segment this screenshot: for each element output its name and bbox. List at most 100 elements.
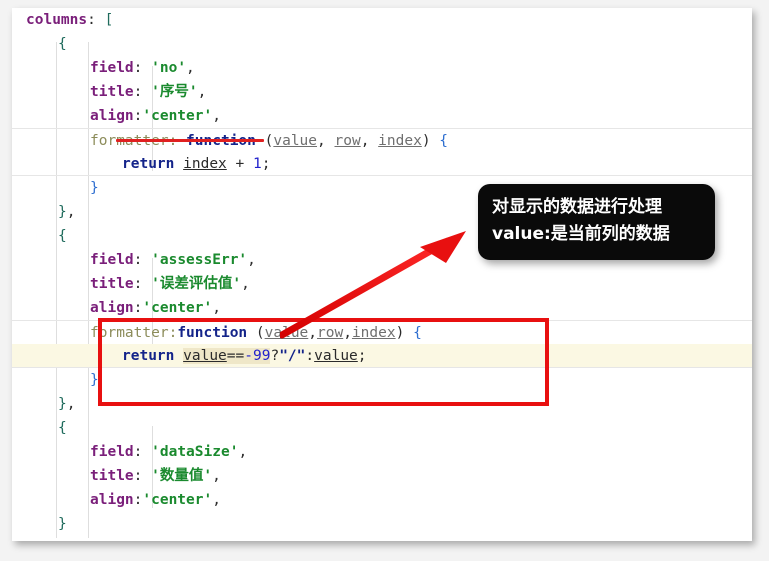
code-token: field	[90, 444, 134, 460]
code-token: value	[273, 133, 318, 149]
code-token: }	[58, 516, 67, 532]
code-token: 'dataSize'	[151, 444, 239, 460]
code-token: {	[413, 325, 422, 341]
code-token: ,	[66, 204, 76, 220]
red-underline-align	[116, 139, 264, 142]
code-token: field	[90, 60, 134, 76]
code-token: :	[87, 12, 105, 28]
code-token: value	[264, 325, 309, 341]
code-token: field	[90, 252, 134, 268]
code-token: -99	[244, 348, 271, 364]
code-line[interactable]: title: '序号',	[12, 80, 752, 104]
code-token: align	[90, 108, 134, 124]
code-token: :	[133, 84, 152, 100]
code-token: index	[378, 133, 422, 149]
code-token: 1	[252, 156, 262, 172]
code-token: :	[133, 276, 152, 292]
code-token: ,	[238, 444, 248, 460]
code-token: ,	[247, 252, 256, 268]
code-token: row	[334, 133, 361, 149]
code-token: '序号'	[151, 84, 198, 100]
code-token: ,	[212, 492, 221, 508]
code-token: 'center'	[142, 300, 213, 316]
code-token: value	[183, 348, 227, 364]
code-token: }	[90, 180, 99, 196]
code-token: (	[247, 325, 265, 341]
code-token: }	[90, 372, 99, 388]
code-line[interactable]: formatter:function (value,row,index) {	[12, 320, 752, 344]
code-token: ,	[66, 396, 76, 412]
code-token: '数量值'	[151, 468, 213, 484]
code-token: 'center'	[142, 108, 213, 124]
code-token: ;	[357, 348, 367, 364]
code-token: ;	[261, 156, 271, 172]
code-line[interactable]: return index + 1;	[12, 152, 752, 176]
code-page: columns: [{field: 'no', title: '序号', align…	[12, 8, 752, 541]
code-token: 'assessErr'	[151, 252, 248, 268]
code-token: ,	[212, 468, 221, 484]
code-token: }	[58, 204, 67, 220]
code-token: ,	[197, 84, 207, 100]
code-token: title	[90, 84, 134, 100]
code-token: :	[133, 60, 152, 76]
code-token: :	[133, 444, 152, 460]
code-token: ,	[308, 325, 318, 341]
code-token: +	[226, 156, 253, 172]
code-line[interactable]: align:'center',	[12, 104, 752, 128]
code-token: ,	[241, 276, 250, 292]
code-line[interactable]: },	[12, 392, 752, 416]
code-token: :	[133, 252, 152, 268]
code-token: :	[133, 468, 152, 484]
code-line[interactable]: ]	[12, 536, 752, 541]
code-token: [	[104, 12, 114, 28]
code-token: ,	[317, 133, 335, 149]
code-token: ==	[226, 348, 245, 364]
code-line[interactable]: align:'center',	[12, 488, 752, 512]
code-token: title	[90, 276, 134, 292]
code-token: "/"	[279, 348, 306, 364]
code-token: function	[177, 325, 248, 341]
code-token: row	[317, 325, 344, 341]
code-token: align	[90, 300, 134, 316]
code-line[interactable]: {	[12, 416, 752, 440]
code-token: formatter	[90, 325, 169, 341]
code-token: index	[351, 325, 396, 341]
code-token: ?	[270, 348, 280, 364]
code-line[interactable]: }	[12, 368, 752, 392]
code-line[interactable]: field: 'no',	[12, 56, 752, 80]
code-token: index	[183, 156, 227, 172]
screenshot-root: columns: [{field: 'no', title: '序号', align…	[0, 0, 769, 561]
code-token: ,	[186, 60, 195, 76]
code-token: ,	[212, 300, 221, 316]
code-token: {	[58, 228, 67, 244]
code-line[interactable]: align:'center',	[12, 296, 752, 320]
code-token: return	[122, 156, 175, 172]
code-line[interactable]: return value==-99?"/":value;	[12, 344, 752, 368]
code-token: value	[314, 348, 358, 364]
code-token: 'no'	[151, 60, 187, 76]
code-token: columns	[26, 12, 88, 28]
code-token: {	[58, 420, 67, 436]
code-line[interactable]: title: '误差评估值',	[12, 272, 752, 296]
code-line[interactable]: {	[12, 32, 752, 56]
code-token: }	[58, 396, 67, 412]
code-line[interactable]: title: '数量值',	[12, 464, 752, 488]
code-block[interactable]: columns: [{field: 'no', title: '序号', align…	[12, 8, 752, 541]
code-token: {	[58, 36, 67, 52]
code-token: :	[168, 325, 178, 341]
code-token: ,	[343, 325, 352, 341]
code-line[interactable]: columns: [	[12, 8, 752, 32]
code-line[interactable]: }	[12, 512, 752, 536]
code-token: '误差评估值'	[151, 276, 242, 292]
code-token: ]	[26, 540, 35, 541]
code-token: )	[421, 133, 440, 149]
annotation-tooltip: 对显示的数据进行处理 value:是当前列的数据	[478, 184, 715, 260]
code-token: {	[439, 133, 449, 149]
code-token: ,	[212, 108, 221, 124]
code-token: 'center'	[142, 492, 213, 508]
code-line[interactable]: field: 'dataSize',	[12, 440, 752, 464]
code-token: :	[305, 348, 315, 364]
code-token: )	[395, 325, 414, 341]
